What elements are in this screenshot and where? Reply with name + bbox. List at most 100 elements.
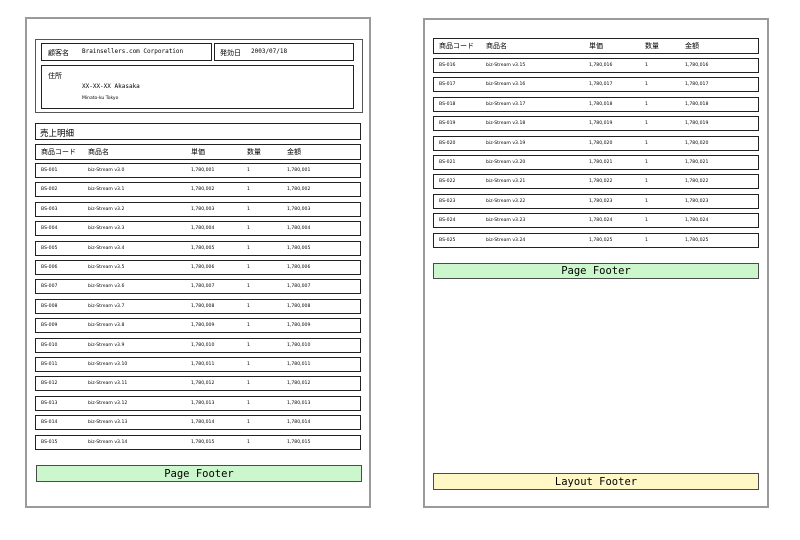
table-row: BS-025 biz-Stream v3.24 1,780,025 1 1,780,02… xyxy=(433,232,759,248)
cell-code: BS-021 xyxy=(439,160,456,165)
cell-product-name: biz-Stream v3.12 xyxy=(88,400,128,406)
cell-product-name: biz-Stream v3.9 xyxy=(88,342,125,348)
cell-code: BS-010 xyxy=(41,342,58,348)
cell-product-name: biz-Stream v3.14 xyxy=(88,439,128,445)
cell-amount: 1,780,019 xyxy=(685,121,709,127)
report-page-1: 顧客名 Brainsellers.com Corporation 発効日 200… xyxy=(25,17,371,508)
address-line-2: Minato-ku Tokyo xyxy=(82,96,119,101)
cell-unit-price: 1,780,007 xyxy=(191,284,215,290)
cell-unit-price: 1,780,013 xyxy=(191,400,215,406)
cell-unit-price: 1,780,011 xyxy=(191,362,215,367)
cell-unit-price: 1,780,010 xyxy=(191,342,215,348)
cell-quantity: 1 xyxy=(247,265,250,270)
cell-code: BS-024 xyxy=(439,218,456,224)
cell-product-name: biz-Stream v3.10 xyxy=(88,362,128,367)
table-row: BS-022 biz-Stream v3.21 1,780,022 1 1,780,02… xyxy=(433,174,759,190)
cell-amount: 1,780,023 xyxy=(685,198,709,204)
cell-code: BS-022 xyxy=(439,179,456,185)
cell-amount: 1,780,013 xyxy=(287,400,311,406)
cell-code: BS-005 xyxy=(41,245,58,251)
cell-quantity: 1 xyxy=(247,362,250,367)
table-row: BS-007 biz-Stream v3.6 1,780,007 1 1,780,007 xyxy=(35,279,361,295)
cell-amount: 1,780,015 xyxy=(287,439,311,445)
cell-quantity: 1 xyxy=(645,63,648,68)
cell-amount: 1,780,018 xyxy=(685,101,709,107)
cell-quantity: 1 xyxy=(645,121,648,127)
address-line-1: XX-XX-XX Akasaka xyxy=(82,83,140,90)
column-header-quantity: 数量 xyxy=(645,42,659,50)
section-title-box: 売上明細 xyxy=(35,123,361,140)
cell-quantity: 1 xyxy=(247,245,250,251)
cell-quantity: 1 xyxy=(247,381,250,387)
customer-name-box: 顧客名 Brainsellers.com Corporation xyxy=(41,43,212,61)
table-row: BS-019 biz-Stream v3.18 1,780,019 1 1,780,01… xyxy=(433,116,759,132)
cell-amount: 1,780,010 xyxy=(287,342,311,348)
cell-code: BS-008 xyxy=(41,303,58,309)
cell-code: BS-025 xyxy=(439,237,456,243)
cell-unit-price: 1,780,001 xyxy=(191,168,215,173)
cell-quantity: 1 xyxy=(247,439,250,445)
cell-product-name: biz-Stream v3.16 xyxy=(486,82,526,88)
cell-product-name: biz-Stream v3.11 xyxy=(88,381,128,387)
table-header-row: 商品コード 商品名 単価 数量 金額 xyxy=(433,38,759,54)
cell-quantity: 1 xyxy=(247,284,250,290)
cell-product-name: biz-Stream v3.17 xyxy=(486,101,526,107)
cell-product-name: biz-Stream v3.18 xyxy=(486,121,526,127)
cell-amount: 1,780,004 xyxy=(287,226,311,232)
cell-code: BS-002 xyxy=(41,187,58,193)
cell-product-name: biz-Stream v3.15 xyxy=(486,63,526,68)
cell-product-name: biz-Stream v3.19 xyxy=(486,140,526,146)
cell-unit-price: 1,780,009 xyxy=(191,323,215,329)
cell-amount: 1,780,011 xyxy=(287,362,311,367)
cell-product-name: biz-Stream v3.4 xyxy=(88,245,125,251)
page-footer-2: Page Footer xyxy=(433,263,759,279)
table-row: BS-001 biz-Stream v3.0 1,780,001 1 1,780,001 xyxy=(35,163,361,178)
column-header-amount: 金額 xyxy=(287,148,301,156)
table-row: BS-008 biz-Stream v3.7 1,780,008 1 1,780,008 xyxy=(35,298,361,314)
cell-unit-price: 1,780,014 xyxy=(191,420,215,426)
table-row: BS-012 biz-Stream v3.11 1,780,012 1 1,780,01… xyxy=(35,376,361,392)
table-row: BS-014 biz-Stream v3.13 1,780,014 1 1,780,01… xyxy=(35,415,361,431)
table-row: BS-003 biz-Stream v3.2 1,780,003 1 1,780,003 xyxy=(35,201,361,217)
cell-unit-price: 1,780,022 xyxy=(589,179,613,185)
cell-product-name: biz-Stream v3.7 xyxy=(88,303,125,309)
cell-product-name: biz-Stream v3.13 xyxy=(88,420,128,426)
cell-amount: 1,780,008 xyxy=(287,303,311,309)
cell-product-name: biz-Stream v3.1 xyxy=(88,187,125,193)
cell-quantity: 1 xyxy=(247,226,250,232)
cell-amount: 1,780,006 xyxy=(287,265,311,270)
cell-product-name: biz-Stream v3.23 xyxy=(486,218,526,224)
cell-unit-price: 1,780,018 xyxy=(589,101,613,107)
report-page-2: 商品コード 商品名 単価 数量 金額 BS-016 biz-Stream v3.1… xyxy=(423,18,769,508)
cell-amount: 1,780,016 xyxy=(685,63,709,68)
cell-code: BS-007 xyxy=(41,284,58,290)
cell-code: BS-018 xyxy=(439,101,456,107)
cell-code: BS-013 xyxy=(41,400,58,406)
cell-amount: 1,780,025 xyxy=(685,237,709,243)
cell-code: BS-011 xyxy=(41,362,58,367)
layout-footer: Layout Footer xyxy=(433,473,759,490)
cell-product-name: biz-Stream v3.21 xyxy=(486,179,526,185)
cell-product-name: biz-Stream v3.22 xyxy=(486,198,526,204)
table-row: BS-018 biz-Stream v3.17 1,780,018 1 1,780,01… xyxy=(433,96,759,112)
address-label: 住所 xyxy=(48,72,62,80)
cell-quantity: 1 xyxy=(645,101,648,107)
table-row: BS-021 biz-Stream v3.20 1,780,021 1 1,780,02… xyxy=(433,155,759,170)
cell-quantity: 1 xyxy=(645,160,648,165)
cell-unit-price: 1,780,019 xyxy=(589,121,613,127)
page-footer-1: Page Footer xyxy=(36,465,362,482)
cell-code: BS-009 xyxy=(41,323,58,329)
cell-code: BS-001 xyxy=(41,168,58,173)
cell-code: BS-017 xyxy=(439,82,456,88)
cell-amount: 1,780,024 xyxy=(685,218,709,224)
cell-code: BS-020 xyxy=(439,140,456,146)
cell-unit-price: 1,780,024 xyxy=(589,218,613,224)
cell-product-name: biz-Stream v3.8 xyxy=(88,323,125,329)
cell-amount: 1,780,007 xyxy=(287,284,311,290)
table-row: BS-005 biz-Stream v3.4 1,780,005 1 1,780,005 xyxy=(35,240,361,256)
cell-quantity: 1 xyxy=(247,187,250,193)
table-row: BS-024 biz-Stream v3.23 1,780,024 1 1,780,02… xyxy=(433,213,759,229)
table-row: BS-020 biz-Stream v3.19 1,780,020 1 1,780,02… xyxy=(433,135,759,151)
cell-product-name: biz-Stream v3.20 xyxy=(486,160,526,165)
column-header-name: 商品名 xyxy=(486,42,507,50)
